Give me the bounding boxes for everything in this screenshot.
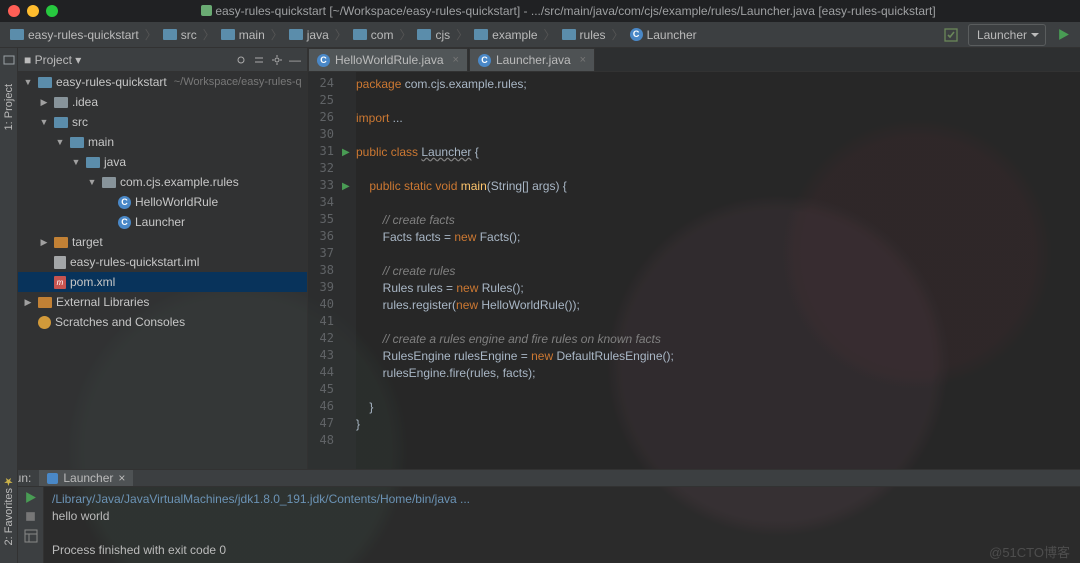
crumb[interactable]: example — [470, 26, 541, 44]
tree-node[interactable]: CHelloWorldRule — [18, 192, 307, 212]
tree-node[interactable]: CLauncher — [18, 212, 307, 232]
rerun-icon[interactable] — [24, 491, 37, 504]
tree-node[interactable]: ▼easy-rules-quickstart ~/Workspace/easy-… — [18, 72, 307, 92]
crumb[interactable]: rules — [558, 26, 610, 44]
console[interactable]: /Library/Java/JavaVirtualMachines/jdk1.8… — [44, 487, 1080, 563]
run-icon[interactable] — [1052, 24, 1074, 46]
crumb[interactable]: main — [217, 26, 269, 44]
code-lines[interactable]: package com.cjs.example.rules; import ..… — [356, 72, 1080, 469]
tree-node[interactable]: ▶External Libraries — [18, 292, 307, 312]
mac-titlebar: easy-rules-quickstart [~/Workspace/easy-… — [0, 0, 1080, 22]
run-toolwindow: Run: Launcher × /Library/Java/JavaVirtua… — [0, 469, 1080, 563]
crumb[interactable]: cjs — [413, 26, 454, 44]
left-toolstrip: 1: Project — [0, 48, 18, 469]
tree-node[interactable]: ▼main — [18, 132, 307, 152]
crumb[interactable]: java — [285, 26, 333, 44]
hide-icon[interactable]: — — [289, 53, 301, 67]
close-dot[interactable] — [8, 5, 20, 17]
breadcrumb[interactable]: easy-rules-quickstart〉src〉main〉java〉com〉… — [6, 26, 940, 44]
editor-tabs[interactable]: CHelloWorldRule.java×CLauncher.java× — [308, 48, 1080, 72]
editor: CHelloWorldRule.java×CLauncher.java× 242… — [308, 48, 1080, 469]
run-header: Run: Launcher × — [0, 470, 1080, 487]
tree-node[interactable]: Scratches and Consoles — [18, 312, 307, 332]
gutter: 2425263031▶3233▶343536373839404142434445… — [308, 72, 356, 469]
watermark: @51CTO博客 — [989, 544, 1070, 561]
crumb[interactable]: easy-rules-quickstart — [6, 26, 143, 44]
project-panel: ■ Project ▾ — ▼easy-rules-quickstart ~/W… — [18, 48, 308, 469]
project-header: ■ Project ▾ — — [18, 48, 307, 72]
editor-tab[interactable]: CLauncher.java× — [469, 48, 595, 71]
project-strip-icon[interactable] — [3, 54, 15, 66]
navigation-bar: easy-rules-quickstart〉src〉main〉java〉com〉… — [0, 22, 1080, 48]
tree-node[interactable]: easy-rules-quickstart.iml — [18, 252, 307, 272]
tree-node[interactable]: ▶.idea — [18, 92, 307, 112]
run-tab[interactable]: Launcher × — [39, 470, 133, 486]
window-title: easy-rules-quickstart [~/Workspace/easy-… — [65, 4, 1072, 18]
favorites-strip[interactable]: ★ 2: Favorites — [0, 469, 18, 563]
min-dot[interactable] — [27, 5, 39, 17]
crumb[interactable]: src — [159, 26, 201, 44]
project-tree[interactable]: ▼easy-rules-quickstart ~/Workspace/easy-… — [18, 72, 307, 469]
settings-icon[interactable] — [271, 54, 283, 66]
layout-icon[interactable] — [24, 529, 38, 543]
tree-node[interactable]: ▼com.cjs.example.rules — [18, 172, 307, 192]
tree-node[interactable]: ▼java — [18, 152, 307, 172]
tree-node[interactable]: ▶target — [18, 232, 307, 252]
collapse-icon[interactable] — [253, 54, 265, 66]
max-dot[interactable] — [46, 5, 58, 17]
editor-tab[interactable]: CHelloWorldRule.java× — [308, 48, 468, 71]
code-area[interactable]: 2425263031▶3233▶343536373839404142434445… — [308, 72, 1080, 469]
stop-icon[interactable] — [24, 510, 37, 523]
crumb[interactable]: CLauncher — [626, 26, 701, 44]
build-icon[interactable] — [940, 24, 962, 46]
tree-node[interactable]: mpom.xml — [18, 272, 307, 292]
run-config-selector[interactable]: Launcher — [968, 24, 1046, 46]
sync-icon[interactable] — [235, 54, 247, 66]
tree-node[interactable]: ▼src — [18, 112, 307, 132]
run-tool-column — [18, 487, 44, 563]
project-strip-label[interactable]: 1: Project — [3, 84, 15, 130]
project-label[interactable]: ■ Project ▾ — [24, 53, 229, 67]
crumb[interactable]: com — [349, 26, 398, 44]
